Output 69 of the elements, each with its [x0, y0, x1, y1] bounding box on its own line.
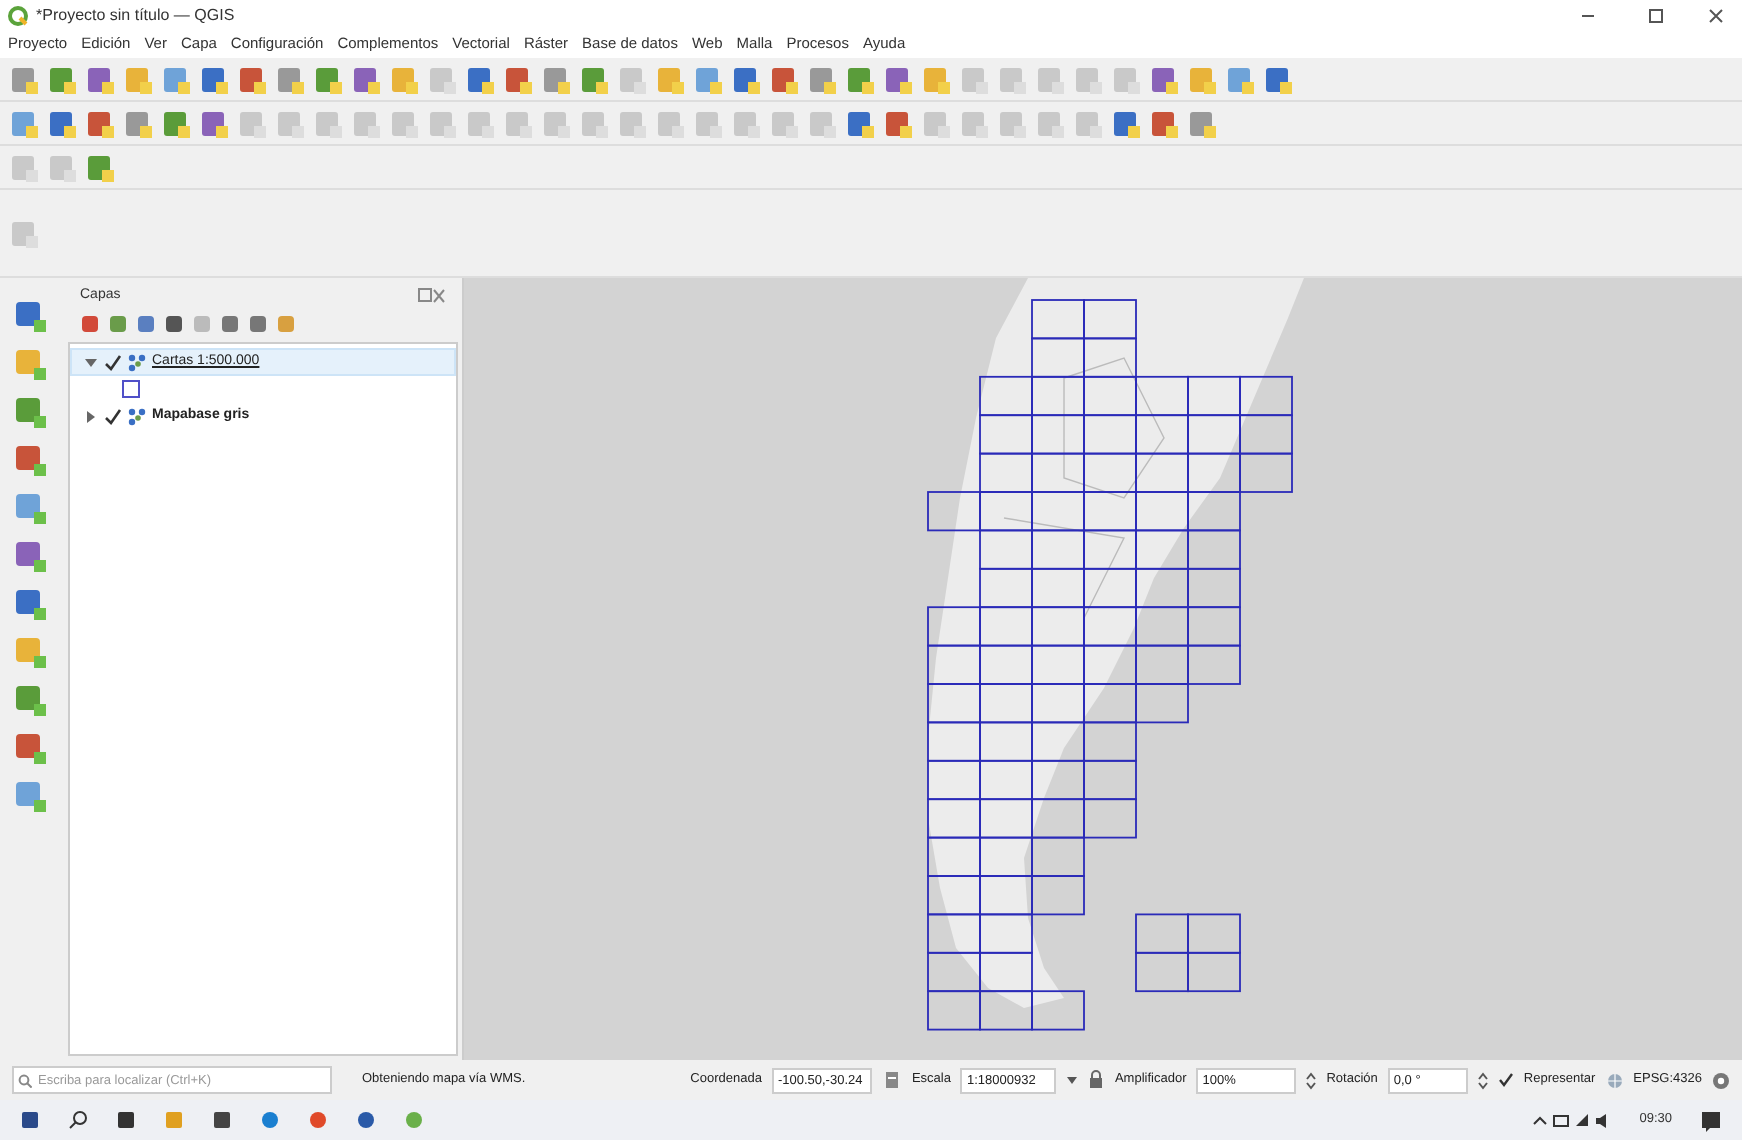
- tool-icon[interactable]: [502, 63, 534, 95]
- tool-icon[interactable]: [8, 63, 40, 95]
- tool-icon[interactable]: [1224, 63, 1256, 95]
- spinner-icon[interactable]: [1477, 1071, 1488, 1089]
- tool-icon[interactable]: [1148, 107, 1180, 139]
- extents-toggle-icon[interactable]: [881, 1070, 902, 1090]
- layer-tool-icon[interactable]: [12, 394, 48, 430]
- tool-icon[interactable]: [46, 107, 78, 139]
- dropdown-caret-icon[interactable]: [1066, 1074, 1079, 1086]
- tool-icon[interactable]: [160, 107, 192, 139]
- tool-icon[interactable]: [692, 63, 724, 95]
- tool-icon[interactable]: [1186, 107, 1218, 139]
- legend-symbol-icon: [122, 380, 140, 398]
- search-icon: [18, 1073, 32, 1087]
- tool-icon[interactable]: [464, 63, 496, 95]
- tool-icon[interactable]: [46, 63, 78, 95]
- tool-icon[interactable]: [122, 107, 154, 139]
- tool-icon[interactable]: [1262, 63, 1294, 95]
- tool-icon[interactable]: [274, 63, 306, 95]
- tool-icon[interactable]: [236, 63, 268, 95]
- tool-icon[interactable]: [882, 63, 914, 95]
- tool-icon[interactable]: [1110, 107, 1142, 139]
- layer-tool-icon[interactable]: [12, 298, 48, 334]
- checkbox[interactable]: [104, 407, 122, 425]
- tool-icon[interactable]: [882, 107, 914, 139]
- tool-icon[interactable]: [768, 63, 800, 95]
- tool-icon[interactable]: [84, 107, 116, 139]
- taskbar-app-icon[interactable]: [20, 1110, 40, 1130]
- layer-tool-icon[interactable]: [12, 442, 48, 478]
- layer-tool-icon[interactable]: [12, 538, 48, 574]
- checkbox[interactable]: [104, 353, 122, 371]
- taskbar-app-icon[interactable]: [356, 1110, 376, 1130]
- layer-tool-icon[interactable]: [12, 586, 48, 622]
- tool-icon[interactable]: [844, 63, 876, 95]
- panel-controls-icon[interactable]: [418, 288, 446, 304]
- tool-icon[interactable]: [730, 63, 762, 95]
- system-tray-icon[interactable]: [1531, 1111, 1612, 1129]
- globe-icon[interactable]: [1605, 1071, 1624, 1089]
- tool-icon[interactable]: [198, 63, 230, 95]
- maximize-icon[interactable]: [1646, 5, 1666, 25]
- layer-type-icon: [128, 407, 146, 425]
- layer-type-icon: [128, 353, 146, 371]
- tool-icon[interactable]: [160, 63, 192, 95]
- window-title: *Proyecto sin título — QGIS: [36, 3, 235, 27]
- spinner-icon[interactable]: [1306, 1071, 1317, 1089]
- tool-icon[interactable]: [312, 63, 344, 95]
- tool-icon[interactable]: [350, 63, 382, 95]
- messages-icon[interactable]: [1712, 1071, 1730, 1089]
- tool-icon[interactable]: [8, 107, 40, 139]
- tool-icon[interactable]: [540, 63, 572, 95]
- checkbox[interactable]: [1497, 1072, 1514, 1088]
- layer-tool-icon[interactable]: [12, 730, 48, 766]
- tool-icon[interactable]: [84, 63, 116, 95]
- notification-icon[interactable]: [1700, 1109, 1722, 1131]
- tool-icon[interactable]: [84, 151, 116, 183]
- app-logo-icon: [8, 5, 28, 25]
- tool-icon[interactable]: [806, 63, 838, 95]
- tool-icon[interactable]: [844, 107, 876, 139]
- layer-tool-icon[interactable]: [12, 682, 48, 718]
- tool-icon[interactable]: [1148, 63, 1180, 95]
- lock-icon[interactable]: [1088, 1070, 1105, 1090]
- expand-arrow-icon[interactable]: [84, 355, 98, 369]
- close-icon[interactable]: [1706, 5, 1726, 25]
- search-icon[interactable]: [68, 1110, 88, 1130]
- taskbar-app-icon[interactable]: [116, 1110, 136, 1130]
- taskbar-app-icon[interactable]: [212, 1110, 232, 1130]
- expand-arrow-icon[interactable]: [84, 409, 98, 423]
- tool-icon[interactable]: [198, 107, 230, 139]
- tool-icon[interactable]: [578, 63, 610, 95]
